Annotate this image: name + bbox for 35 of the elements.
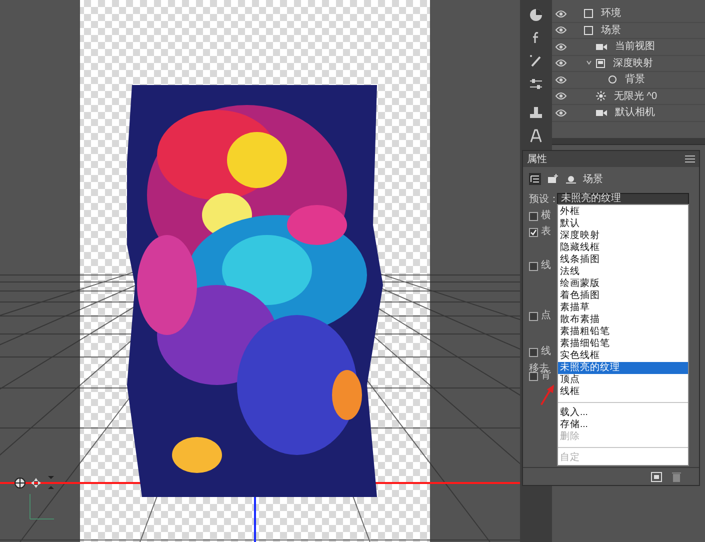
menu-item[interactable]: 着色插图 [558,290,688,302]
menu-item[interactable]: 外框 [558,206,688,218]
layer-name[interactable]: 默认相机 [615,105,655,120]
menu-item[interactable]: 隐藏线框 [558,242,688,254]
option-label: 横 [541,211,551,221]
menu-item[interactable]: 线条插图 [558,254,688,266]
panel-title[interactable]: 属性 [527,152,547,166]
menu-item[interactable]: 线框 [558,386,688,398]
menu-item[interactable]: 实色线框 [558,350,688,362]
menu-item[interactable]: 顶点 [558,374,688,386]
menu-item[interactable]: 存储... [558,419,688,431]
menu-item[interactable]: 未照亮的纹理 [558,362,688,374]
tab-label[interactable]: 场景 [583,172,603,186]
layer-name[interactable]: 当前视图 [615,39,655,54]
menu-item[interactable]: 素描粗铅笔 [558,326,688,338]
preset-label: 预设： [529,192,557,206]
preset-select[interactable]: 未照亮的纹理 [557,192,689,206]
menu-item[interactable]: 素描草 [558,302,688,314]
option-label: 线 [541,261,551,271]
option-label: 线 [541,347,551,357]
menu-item[interactable]: 默认 [558,218,688,230]
menu-item[interactable]: 法线 [558,266,688,278]
layer-name[interactable]: 深度映射 [613,56,653,71]
option-label: 背 [541,371,551,381]
menu-item[interactable]: 散布素描 [558,314,688,326]
layer-name[interactable]: 背景 [625,72,645,88]
option-label: 点 [541,311,551,321]
layer-name[interactable]: 无限光 ^0 [614,88,658,104]
layer-name[interactable]: 场景 [601,22,621,38]
menu-item[interactable]: 载入... [558,407,688,419]
menu-item[interactable]: 绘画蒙版 [558,278,688,290]
option-label: 表 [541,227,551,237]
menu-item[interactable]: 深度映射 [558,230,688,242]
layer-name[interactable]: 环境 [601,6,621,22]
menu-item[interactable]: 素描细铅笔 [558,338,688,350]
